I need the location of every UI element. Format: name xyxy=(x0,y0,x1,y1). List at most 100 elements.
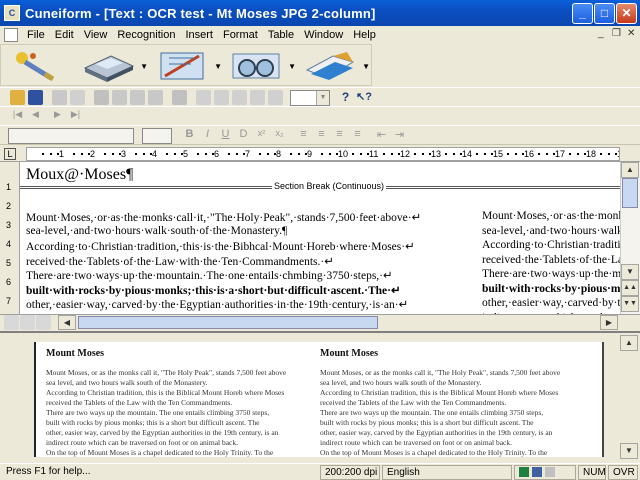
strikethrough-icon[interactable]: D xyxy=(236,128,251,143)
ruler-tick xyxy=(336,153,339,155)
mdi-minimize-icon[interactable]: _ xyxy=(598,28,604,39)
font-name-combo[interactable] xyxy=(8,128,134,144)
scroll-thumb[interactable] xyxy=(622,178,638,208)
menu-help[interactable]: Help xyxy=(348,29,381,41)
help-icon[interactable]: ? xyxy=(338,90,353,105)
scroll-right-icon[interactable]: ▶ xyxy=(600,315,618,330)
next-page-icon[interactable]: ▶ xyxy=(50,109,65,124)
table-icon[interactable] xyxy=(196,90,211,105)
font-size-combo[interactable] xyxy=(142,128,172,144)
image-scroll-down-icon[interactable]: ▼ xyxy=(620,443,638,459)
vruler-number: 4 xyxy=(6,239,12,249)
undo-icon[interactable] xyxy=(148,90,163,105)
ruler-number: 18 xyxy=(586,149,597,159)
paste-icon[interactable] xyxy=(130,90,145,105)
recognize-dropdown-icon[interactable]: ▼ xyxy=(288,62,296,71)
title-bar[interactable]: C Cuneiform - [Text : OCR test - Mt Mose… xyxy=(0,0,640,26)
recognize-button[interactable]: ▼ xyxy=(229,48,296,82)
glasses-icon xyxy=(232,53,280,79)
zoom-combo[interactable]: ▼ xyxy=(290,90,330,106)
scroll-left-icon[interactable]: ◀ xyxy=(58,315,76,330)
maximize-button[interactable]: □ xyxy=(594,3,615,24)
ruler-tick xyxy=(413,153,416,155)
layout-button[interactable]: ▼ xyxy=(155,48,222,82)
columns-icon[interactable] xyxy=(214,90,229,105)
vertical-scrollbar[interactable]: ▲ ▼ ▲▲ ▼▼ xyxy=(620,162,640,314)
document-icon[interactable] xyxy=(4,28,18,42)
normal-view-icon[interactable] xyxy=(4,315,19,330)
export-dropdown-icon[interactable]: ▼ xyxy=(362,62,370,71)
justify-icon[interactable]: ≡ xyxy=(350,128,365,143)
menu-view[interactable]: View xyxy=(79,29,113,41)
ruler-number: 10 xyxy=(338,149,349,159)
scroll-up-icon[interactable]: ▲ xyxy=(621,162,639,178)
menu-edit[interactable]: Edit xyxy=(50,29,79,41)
mdi-close-icon[interactable]: ✕ xyxy=(627,28,635,39)
scan-button[interactable]: ▼ xyxy=(81,48,148,82)
copy-icon[interactable] xyxy=(112,90,127,105)
menu-recognition[interactable]: Recognition xyxy=(112,29,180,41)
superscript-icon[interactable]: x² xyxy=(254,128,269,143)
scan-text-line: received the Tablets of the Law with the… xyxy=(46,398,233,407)
ruler-tick xyxy=(196,153,199,155)
previous-page-icon[interactable]: ◀ xyxy=(28,109,43,124)
cut-icon[interactable] xyxy=(94,90,109,105)
ruler-tick xyxy=(266,153,269,155)
previous-page-scroll-icon[interactable]: ▲▲ xyxy=(621,280,639,296)
document-pane[interactable]: Moux@·Moses¶ Section Break (Continuous) … xyxy=(20,162,620,314)
page-view-icon[interactable] xyxy=(20,315,35,330)
text-line: According·to·Christian·traditi xyxy=(482,239,620,251)
scan-text-line: Mount Moses, or as the monks call it, "T… xyxy=(320,368,561,377)
app-icon[interactable]: C xyxy=(4,5,20,21)
layout-dropdown-icon[interactable]: ▼ xyxy=(214,62,222,71)
picture-icon[interactable] xyxy=(250,90,265,105)
ruler-tick xyxy=(165,153,168,155)
increase-indent-icon[interactable]: ⇥ xyxy=(392,128,407,143)
menu-table[interactable]: Table xyxy=(263,29,299,41)
menu-file[interactable]: File xyxy=(22,29,50,41)
scanner-icon xyxy=(83,55,135,82)
menu-window[interactable]: Window xyxy=(299,29,348,41)
image-scroll-up-icon[interactable]: ▲ xyxy=(620,335,638,351)
save-icon[interactable] xyxy=(28,90,43,105)
scan-dropdown-icon[interactable]: ▼ xyxy=(140,62,148,71)
align-left-icon[interactable]: ≡ xyxy=(296,128,311,143)
next-page-scroll-icon[interactable]: ▼▼ xyxy=(621,296,639,312)
vertical-ruler: 1 2 3 4 5 6 7 xyxy=(0,162,20,314)
context-help-icon[interactable]: ↖? xyxy=(356,90,372,105)
scroll-down-icon[interactable]: ▼ xyxy=(621,264,639,280)
ruler-tick xyxy=(452,153,455,155)
print-icon[interactable] xyxy=(52,90,67,105)
align-center-icon[interactable]: ≡ xyxy=(314,128,329,143)
horizontal-scroll-thumb[interactable] xyxy=(78,316,378,329)
print-preview-icon[interactable] xyxy=(70,90,85,105)
frame-icon[interactable] xyxy=(232,90,247,105)
ruler-number: 5 xyxy=(183,149,189,159)
menu-insert[interactable]: Insert xyxy=(180,29,218,41)
tab-stop-icon[interactable]: L xyxy=(4,148,16,160)
first-page-icon[interactable]: |◀ xyxy=(10,109,25,124)
text-line: sea-level,·and·two·hours·walk xyxy=(482,224,620,237)
paragraph-icon[interactable] xyxy=(268,90,283,105)
italic-icon[interactable]: I xyxy=(200,128,215,143)
ruler-tick xyxy=(72,153,75,155)
text-line: Mount·Moses,·or·as·the·monk xyxy=(482,210,620,222)
align-right-icon[interactable]: ≡ xyxy=(332,128,347,143)
decrease-indent-icon[interactable]: ⇤ xyxy=(374,128,389,143)
scanned-page-image[interactable]: Mount Moses Mount Moses Mount Moses, or … xyxy=(34,342,604,457)
open-icon[interactable] xyxy=(10,90,25,105)
close-button[interactable]: ✕ xyxy=(616,3,637,24)
ruler-number: 12 xyxy=(400,149,411,159)
mdi-restore-icon[interactable]: ❐ xyxy=(612,28,621,39)
horizontal-ruler[interactable]: L 12345678910111213141516171819 xyxy=(0,146,640,162)
subscript-icon[interactable]: x₂ xyxy=(272,128,287,143)
last-page-icon[interactable]: ▶| xyxy=(68,109,83,124)
bold-icon[interactable]: B xyxy=(182,128,197,143)
outline-view-icon[interactable] xyxy=(36,315,51,330)
find-icon[interactable] xyxy=(172,90,187,105)
menu-format[interactable]: Format xyxy=(218,29,263,41)
magic-wand-button[interactable] xyxy=(7,48,61,82)
export-button[interactable]: ▼ xyxy=(303,48,370,82)
minimize-button[interactable]: _ xyxy=(572,3,593,24)
underline-icon[interactable]: U xyxy=(218,128,233,143)
